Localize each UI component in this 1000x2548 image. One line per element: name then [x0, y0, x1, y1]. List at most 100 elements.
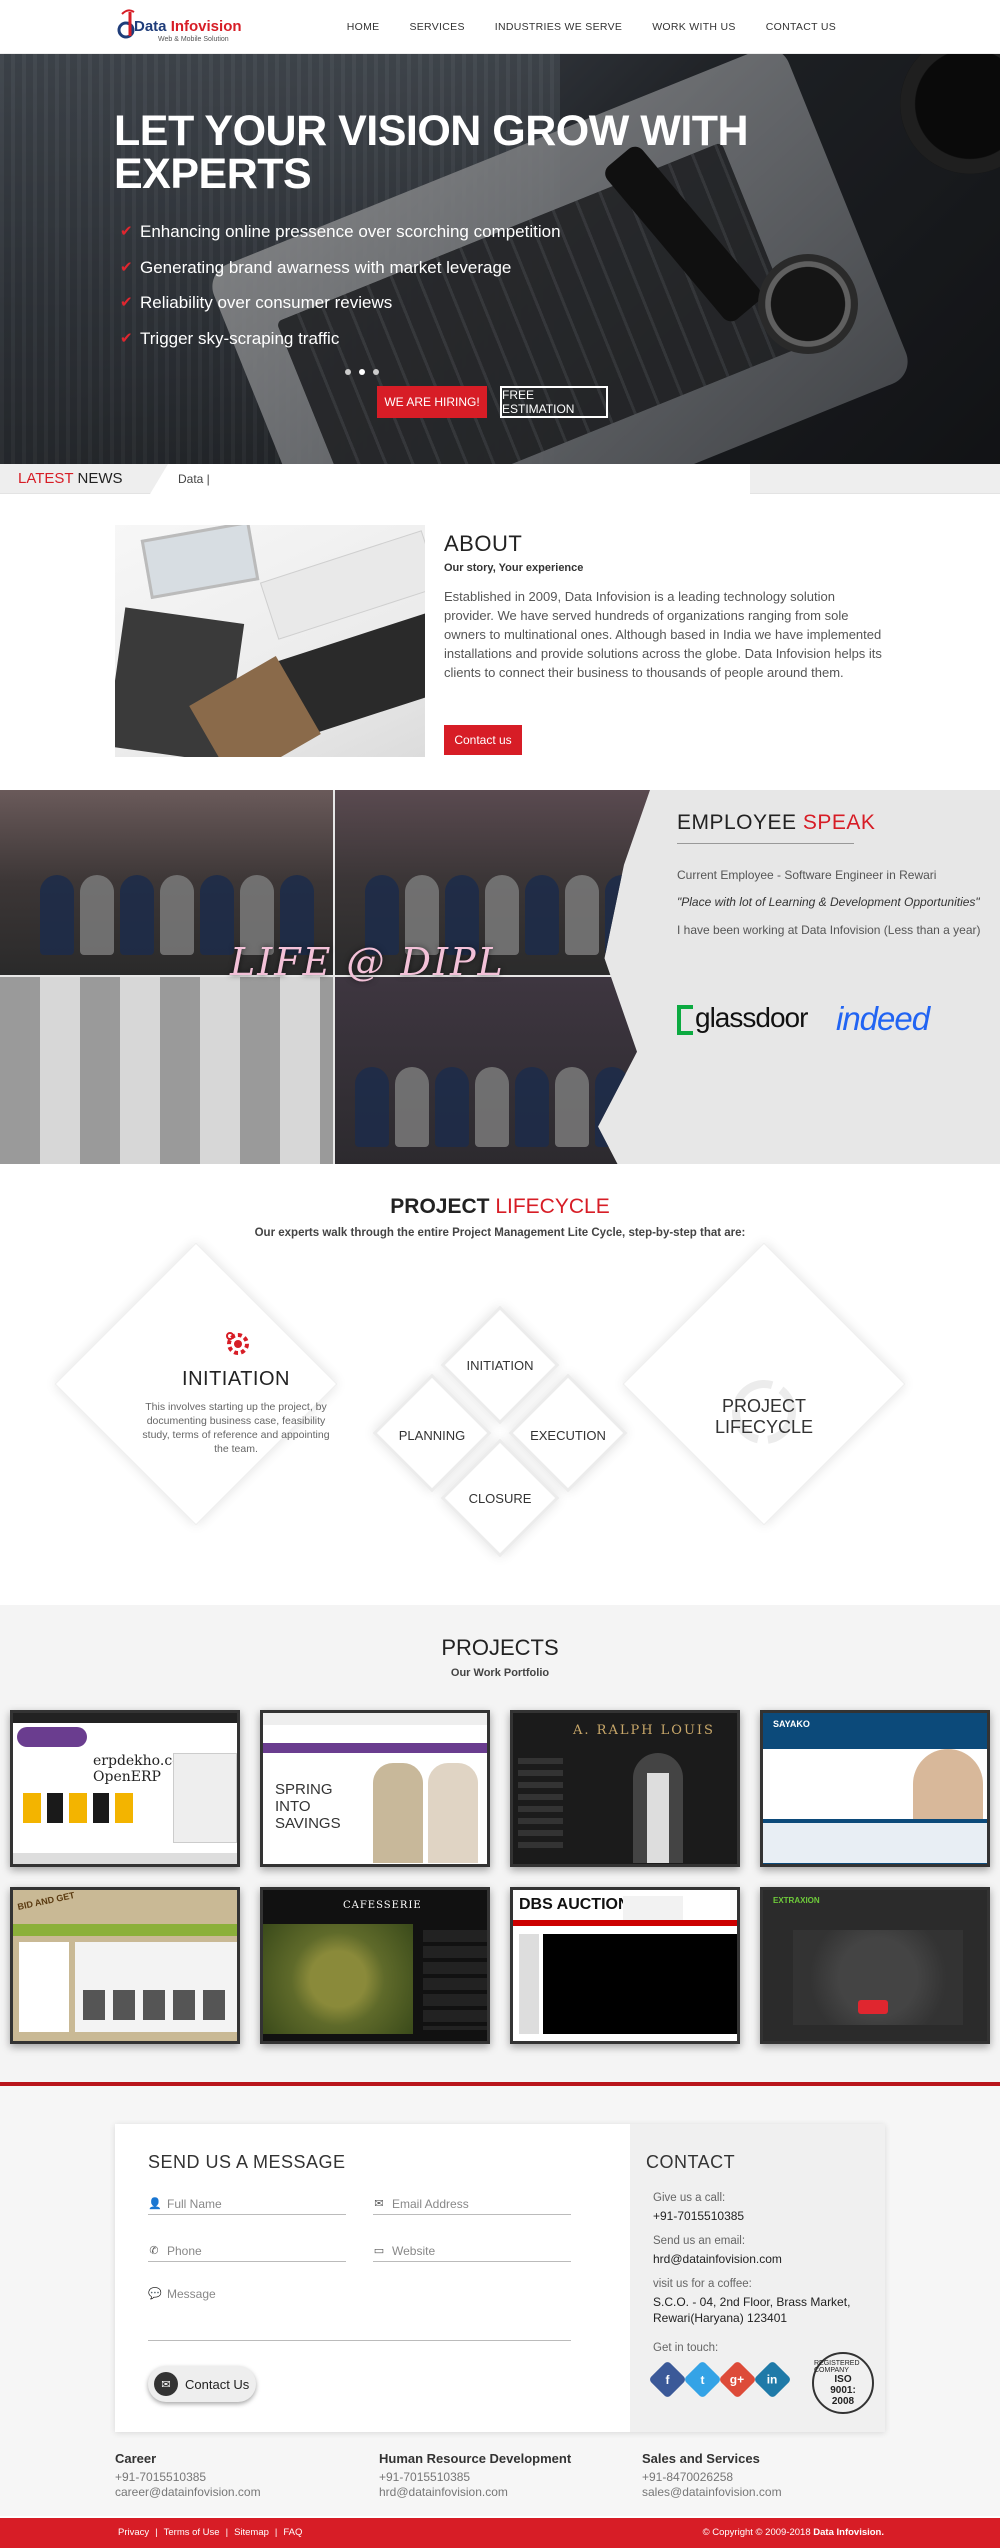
about-subtitle: Our story, Your experience	[444, 562, 584, 574]
team-photo-collage: LIFE @ DIPL	[0, 790, 650, 1164]
logo-tagline: Web & Mobile Solution	[158, 36, 229, 43]
comment-icon: 💬	[148, 2288, 162, 2300]
project-thumb[interactable]: SPRING INTO SAVINGS	[260, 1710, 490, 1867]
about-image	[115, 525, 425, 757]
main-nav: HOME SERVICES INDUSTRIES WE SERVE WORK W…	[347, 0, 836, 54]
slider-dot[interactable]	[345, 369, 351, 375]
nav-contact-us[interactable]: CONTACT US	[766, 21, 836, 33]
monitor-icon: ▭	[373, 2245, 385, 2257]
news-ticker[interactable]: Data |	[150, 464, 750, 494]
lifecycle-center-label: PROJECT LIFECYCLE	[714, 1396, 814, 1437]
user-icon: 👤	[148, 2198, 162, 2210]
gear-icon	[226, 1332, 249, 1355]
project-thumb[interactable]: CAFESSERIE	[260, 1887, 490, 2044]
project-thumb[interactable]: DBS AUCTION	[510, 1887, 740, 2044]
hero-point: ✔ Enhancing online pressence over scorchi…	[120, 222, 561, 241]
nav-services[interactable]: SERVICES	[409, 21, 464, 33]
call-value[interactable]: +91-7015510385	[653, 2208, 744, 2224]
project-thumb[interactable]: A. RALPH LOUIS	[510, 1710, 740, 1867]
phone-input[interactable]: ✆ Phone	[148, 2240, 346, 2262]
logo-text: Data Infovision	[134, 18, 242, 35]
email-label: Send us an email:	[653, 2235, 746, 2247]
contact-section: SEND US A MESSAGE 👤 Full Name ✉ Email Addr…	[0, 2086, 1000, 2516]
projects-subtitle: Our Work Portfolio	[450, 1667, 550, 1679]
get-in-touch-label: Get in touch:	[653, 2342, 719, 2354]
about-title: ABOUT	[444, 531, 523, 556]
full-name-input[interactable]: 👤 Full Name	[148, 2193, 346, 2215]
office-photo	[0, 977, 333, 1164]
projects-title: PROJECTS	[441, 1635, 559, 1660]
website-input[interactable]: ▭ Website	[373, 2240, 571, 2262]
copyright: © Copyright © 2009-2018 Data Infovision.	[702, 2527, 884, 2538]
hero-points: ✔ Enhancing online pressence over scorchi…	[120, 222, 561, 364]
title-underline	[677, 843, 854, 844]
contact-us-button[interactable]: Contact us	[444, 725, 522, 755]
latest-news-label: LATEST NEWS	[18, 470, 123, 487]
send-icon: ✉	[154, 2372, 178, 2396]
career-email[interactable]: career@datainfovision.com	[115, 2485, 261, 2500]
review-quote: "Place with lot of Learning & Developmen…	[677, 895, 980, 909]
project-thumb[interactable]: EXTRAXION	[760, 1887, 990, 2044]
hero-point: ✔ Trigger sky-scraping traffic	[120, 328, 340, 348]
footer-col-sales: Sales and Services +91-8470026258 sales@…	[642, 2451, 782, 2500]
page: Data Infovision Web & Mobile Solution HO…	[0, 0, 1000, 2548]
hrd-phone[interactable]: +91-7015510385	[379, 2470, 571, 2485]
indeed-logo[interactable]: indeed	[836, 1000, 930, 1038]
check-icon: ✔	[120, 329, 133, 347]
nav-home[interactable]: HOME	[347, 21, 380, 33]
team-photo	[335, 977, 650, 1164]
footer-privacy-link[interactable]: Privacy	[118, 2527, 149, 2538]
nav-industries[interactable]: INDUSTRIES WE SERVE	[495, 21, 622, 33]
projects-section: PROJECTS Our Work Portfolio erpdekho.com…	[0, 1605, 1000, 2085]
nav-work-with-us[interactable]: WORK WITH US	[652, 21, 736, 33]
free-estimation-button[interactable]: FREE ESTIMATION	[500, 386, 608, 418]
lifecycle-subtitle: Our experts walk through the entire Proj…	[254, 1227, 746, 1239]
step-planning[interactable]: PLANNING	[372, 1428, 492, 1443]
step-closure[interactable]: CLOSURE	[440, 1491, 560, 1506]
message-textarea[interactable]: 💬 Message	[148, 2287, 571, 2341]
hrd-email[interactable]: hrd@datainfovision.com	[379, 2485, 571, 2500]
hero-point: ✔ Generating brand awarness with market l…	[120, 257, 512, 277]
contact-title: CONTACT	[646, 2152, 736, 2172]
site-header: Data Infovision Web & Mobile Solution HO…	[0, 0, 1000, 54]
glassdoor-logo[interactable]: glassdoor	[677, 1002, 808, 1035]
call-label: Give us a call:	[653, 2192, 726, 2204]
sales-email[interactable]: sales@datainfovision.com	[642, 2485, 782, 2500]
address-label: visit us for a coffee:	[653, 2278, 752, 2290]
footer-faq-link[interactable]: FAQ	[283, 2527, 302, 2538]
review-role: Current Employee - Software Engineer in …	[677, 868, 937, 882]
contact-us-submit-button[interactable]: ✉ Contact Us	[148, 2366, 256, 2402]
about-text: Established in 2009, Data Infovision is …	[444, 589, 882, 680]
footer-sitemap-link[interactable]: Sitemap	[234, 2527, 269, 2538]
project-thumb[interactable]: erpdekho.com OpenERP	[10, 1710, 240, 1867]
footer-terms-link[interactable]: Terms of Use	[164, 2527, 220, 2538]
slider-dots	[345, 369, 379, 375]
contact-card: SEND US A MESSAGE 👤 Full Name ✉ Email Addr…	[115, 2124, 885, 2432]
we-are-hiring-button[interactable]: WE ARE HIRING!	[377, 386, 487, 418]
project-thumb[interactable]: BID AND GET	[10, 1887, 240, 2044]
life-section: LIFE @ DIPL EMPLOYEE SPEAK Current Emplo…	[0, 790, 1000, 1164]
slider-dot[interactable]	[373, 369, 379, 375]
hero-point: ✔ Reliability over consumer reviews	[120, 293, 393, 312]
address-value: S.C.O. - 04, 2nd Floor, Brass Market, Re…	[653, 2295, 851, 2325]
career-phone[interactable]: +91-7015510385	[115, 2470, 261, 2485]
project-thumb[interactable]: SAYAKO	[760, 1710, 990, 1867]
form-title: SEND US A MESSAGE	[148, 2152, 346, 2172]
slider-dot-active[interactable]	[359, 369, 365, 375]
email-input[interactable]: ✉ Email Address	[373, 2193, 571, 2215]
step-execution[interactable]: EXECUTION	[508, 1428, 628, 1443]
hero-slider: LET YOUR VISION GROW WITH EXPERTS ✔ Enhan…	[0, 54, 1000, 464]
email-value[interactable]: hrd@datainfovision.com	[653, 2251, 782, 2267]
footer-links: Privacy | Terms of Use | Sitemap | FAQ	[118, 2527, 303, 2538]
step-initiation[interactable]: INITIATION	[440, 1358, 560, 1373]
phone-icon: ✆	[149, 2245, 159, 2257]
logo[interactable]: Data Infovision Web & Mobile Solution	[116, 8, 246, 46]
latest-news-bar: LATEST NEWS Data |	[0, 464, 1000, 494]
life-title: LIFE @ DIPL	[230, 940, 505, 984]
active-step-title: INITIATION	[182, 1368, 290, 1390]
site-footer: Privacy | Terms of Use | Sitemap | FAQ © Co…	[0, 2518, 1000, 2548]
active-step-text: This involves starting up the project, b…	[142, 1401, 330, 1455]
hero-title: LET YOUR VISION GROW WITH EXPERTS	[114, 107, 749, 198]
sales-phone[interactable]: +91-8470026258	[642, 2470, 782, 2485]
employee-speak-title: EMPLOYEE SPEAK	[677, 811, 876, 834]
